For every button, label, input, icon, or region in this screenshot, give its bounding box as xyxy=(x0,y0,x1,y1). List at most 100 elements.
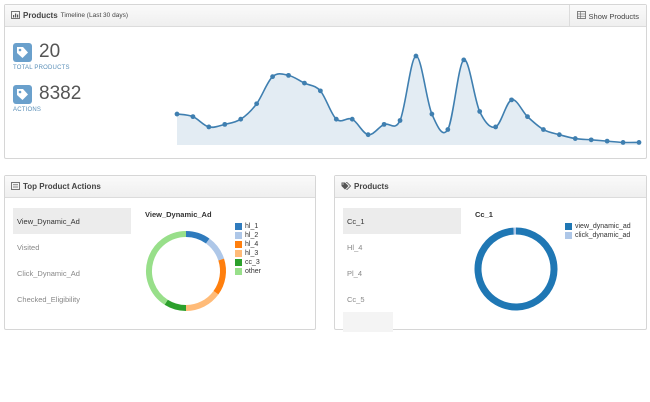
actions-donut-title: View_Dynamic_Ad xyxy=(145,210,212,219)
donut-slice[interactable] xyxy=(185,290,219,311)
donut-slice[interactable] xyxy=(205,238,225,261)
timeline-point[interactable] xyxy=(541,127,546,132)
donut-slice[interactable] xyxy=(213,258,226,295)
timeline-panel-subtitle: Timeline (Last 30 days) xyxy=(60,12,128,19)
products-donut-chart xyxy=(474,227,558,311)
tag-icon xyxy=(13,43,32,62)
timeline-point[interactable] xyxy=(222,121,228,127)
legend-entry[interactable]: cc_3 xyxy=(235,258,261,267)
products-donut-title: Cc_1 xyxy=(475,210,493,219)
list-item[interactable]: View_Dynamic_Ad xyxy=(13,208,131,234)
timeline-point[interactable] xyxy=(429,111,435,117)
tag-icon xyxy=(13,85,32,104)
timeline-point[interactable] xyxy=(190,114,196,120)
actions-label: ACTIONS xyxy=(13,107,42,113)
timeline-panel-title: Products xyxy=(23,11,58,20)
timeline-point[interactable] xyxy=(445,127,451,132)
timeline-point[interactable] xyxy=(317,88,323,94)
legend-swatch xyxy=(235,232,242,239)
legend-entry[interactable]: hl_4 xyxy=(235,240,261,249)
timeline-point[interactable] xyxy=(254,101,260,107)
timeline-point[interactable] xyxy=(604,138,610,144)
legend-entry[interactable]: view_dynamic_ad xyxy=(565,222,631,231)
show-products-button[interactable]: Show Products xyxy=(568,5,646,27)
legend-entry[interactable]: hl_1 xyxy=(235,222,261,231)
actions-donut-legend: hl_1 hl_2 hl_4 hl_3 cc_3other xyxy=(235,222,261,276)
list-item[interactable]: Pl_4 xyxy=(343,260,461,286)
legend-entry[interactable]: other xyxy=(235,267,261,276)
actions-value: 8382 xyxy=(39,83,82,104)
legend-swatch xyxy=(235,268,242,275)
products-timeline-panel: Products Timeline (Last 30 days) Show Pr… xyxy=(4,4,647,159)
timeline-panel-header: Products Timeline (Last 30 days) Show Pr… xyxy=(5,5,646,27)
list-item-label: Checked_Eligibility xyxy=(17,294,80,304)
legend-label: other xyxy=(245,268,261,275)
legend-label: hl_2 xyxy=(245,232,259,239)
timeline-point[interactable] xyxy=(413,53,419,59)
timeline-point[interactable] xyxy=(238,116,244,122)
list-item-label: Hl_4 xyxy=(347,242,363,252)
list-item[interactable]: Click_Dynamic_Ad xyxy=(13,260,131,286)
timeline-point[interactable] xyxy=(174,111,180,117)
top-product-actions-panel: Top Product Actions View_Dynamic_Ad Visi… xyxy=(4,175,316,330)
donut-slice[interactable] xyxy=(474,227,558,311)
legend-swatch xyxy=(235,259,242,266)
list-item-label: Pl_4 xyxy=(347,268,363,278)
timeline-point[interactable] xyxy=(509,97,514,103)
timeline-point[interactable] xyxy=(397,118,403,123)
products-donut-legend: view_dynamic_ad click_dynamic_ad xyxy=(565,222,631,240)
timeline-point[interactable] xyxy=(270,74,275,80)
list-item[interactable]: Hl_4 xyxy=(343,234,461,260)
timeline-point[interactable] xyxy=(365,132,371,138)
timeline-point[interactable] xyxy=(206,124,212,130)
dashboard: Products Timeline (Last 30 days) Show Pr… xyxy=(0,0,650,402)
list-item-label: View_Dynamic_Ad xyxy=(17,216,80,226)
legend-entry[interactable]: hl_3 xyxy=(235,249,261,258)
actions-panel-title: Top Product Actions xyxy=(23,182,101,191)
donut-slice[interactable] xyxy=(164,299,187,311)
timeline-point[interactable] xyxy=(302,80,307,86)
legend-swatch xyxy=(235,223,242,230)
timeline-point[interactable] xyxy=(461,57,467,63)
list-item[interactable]: Cc_1 xyxy=(343,208,461,234)
timeline-point[interactable] xyxy=(588,137,594,143)
timeline-point[interactable] xyxy=(477,109,483,114)
timeline-point[interactable] xyxy=(636,140,642,145)
list-item[interactable]: Visited xyxy=(13,234,131,260)
timeline-point[interactable] xyxy=(381,121,387,127)
show-products-label: Show Products xyxy=(588,11,639,21)
legend-label: view_dynamic_ad xyxy=(575,223,631,230)
bar-chart-icon xyxy=(11,10,20,21)
legend-swatch xyxy=(565,232,572,239)
timeline-point[interactable] xyxy=(620,140,626,145)
timeline-point[interactable] xyxy=(525,114,530,120)
legend-entry[interactable]: click_dynamic_ad xyxy=(565,231,631,240)
actions-panel-header: Top Product Actions xyxy=(5,176,315,198)
legend-swatch xyxy=(235,241,242,248)
legend-swatch xyxy=(235,250,242,257)
timeline-point[interactable] xyxy=(333,116,339,122)
timeline-point[interactable] xyxy=(493,124,499,130)
donut-slice[interactable] xyxy=(146,231,187,305)
list-item-label: Visited xyxy=(17,242,40,252)
legend-label: hl_3 xyxy=(245,250,259,257)
list-icon xyxy=(11,181,20,192)
list-item[interactable]: Checked_Eligibility xyxy=(13,286,131,312)
actions-list: View_Dynamic_Ad Visited Click_Dynamic_Ad… xyxy=(13,208,131,312)
timeline-point[interactable] xyxy=(349,116,355,122)
legend-label: hl_4 xyxy=(245,241,259,248)
legend-label: hl_1 xyxy=(245,223,259,230)
timeline-point[interactable] xyxy=(572,136,578,141)
timeline-point[interactable] xyxy=(556,132,562,138)
legend-label: cc_3 xyxy=(245,259,260,266)
products-panel-header: Products xyxy=(335,176,646,198)
list-scroll-area[interactable] xyxy=(343,312,393,332)
products-panel-title: Products xyxy=(354,182,389,191)
list-item[interactable]: Cc_5 xyxy=(343,286,461,312)
list-item-label: Click_Dynamic_Ad xyxy=(17,268,80,278)
donut-slice[interactable] xyxy=(185,231,210,244)
actions-donut-chart xyxy=(146,231,226,311)
legend-entry[interactable]: hl_2 xyxy=(235,231,261,240)
timeline-point[interactable] xyxy=(286,72,291,78)
products-list: Cc_1 Hl_4 Pl_4 Cc_5 xyxy=(343,208,461,332)
